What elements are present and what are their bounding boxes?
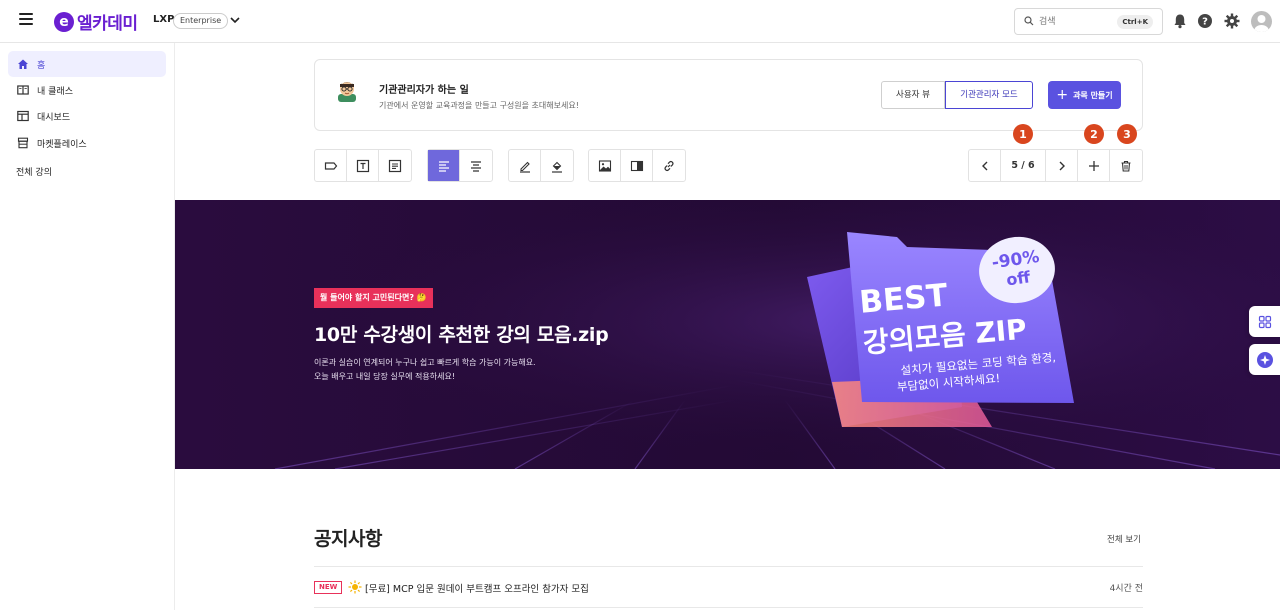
align-left-button[interactable] bbox=[428, 150, 460, 181]
chevron-down-icon[interactable] bbox=[229, 14, 241, 26]
chevron-right-icon bbox=[1059, 161, 1065, 170]
delete-banner-button[interactable] bbox=[1110, 150, 1142, 181]
banner-title: 10만 수강생이 추천한 강의 모음.zip bbox=[314, 324, 609, 346]
sidebar-item-label: 마켓플레이스 bbox=[37, 139, 87, 150]
tag-block-button[interactable] bbox=[315, 150, 347, 181]
dashboard-icon bbox=[17, 110, 29, 122]
search-icon bbox=[1024, 16, 1034, 26]
paragraph-block-button[interactable] bbox=[379, 150, 411, 181]
folder-off-text: off bbox=[1005, 267, 1032, 289]
admin-card-title: 기관관리자가 하는 일 bbox=[379, 85, 469, 96]
toolbar-group-color bbox=[508, 149, 574, 182]
search-input[interactable] bbox=[1039, 13, 1129, 31]
align-center-button[interactable] bbox=[460, 150, 492, 181]
bell-icon[interactable] bbox=[1171, 12, 1189, 30]
annotation-marker: 2 bbox=[1084, 124, 1104, 144]
annotation-marker: 1 bbox=[1013, 124, 1033, 144]
link-icon bbox=[664, 160, 674, 171]
image-icon bbox=[598, 159, 611, 172]
plus-icon bbox=[1088, 160, 1099, 171]
align-center-icon bbox=[471, 160, 481, 172]
zip-folder-illustration: -90% off BEST 강의모음 ZIP 설치가 필요없는 코딩 학습 환경… bbox=[807, 232, 1074, 427]
search-box[interactable]: Ctrl+K bbox=[1014, 8, 1163, 35]
toolbar-group-blocks bbox=[314, 149, 412, 182]
sidebar-item-dashboard[interactable]: 대시보드 bbox=[8, 103, 166, 129]
fill-color-button[interactable] bbox=[541, 150, 573, 181]
sidebar-item-label: 홈 bbox=[37, 60, 46, 71]
add-banner-button[interactable] bbox=[1078, 150, 1110, 181]
pencil-icon bbox=[519, 161, 530, 173]
next-banner-button[interactable] bbox=[1046, 150, 1078, 181]
banner-tag: 뭘 들어야 할지 고민된다면? 🤔 bbox=[314, 288, 433, 308]
image-button[interactable] bbox=[589, 150, 621, 181]
store-icon bbox=[17, 137, 29, 149]
book-icon bbox=[17, 84, 29, 96]
admin-mode-button[interactable]: 기관관리자 모드 bbox=[945, 81, 1033, 109]
page-indicator: 5 / 6 bbox=[1001, 150, 1046, 181]
create-course-label: 과목 만들기 bbox=[1073, 90, 1113, 100]
view-all-link[interactable]: 전체 보기 bbox=[1107, 533, 1141, 545]
text-icon bbox=[356, 159, 369, 172]
sparkle-icon bbox=[348, 580, 362, 594]
avatar[interactable] bbox=[1251, 11, 1272, 32]
banner-pager: 5 / 6 bbox=[968, 149, 1143, 182]
logo-mark: e bbox=[54, 11, 74, 32]
banner-description: 이론과 실습이 연계되어 누구나 쉽고 빠르게 학습 가능이 가능해요. 오늘 … bbox=[314, 356, 614, 384]
banner-desc-line: 오늘 배우고 내일 당장 실무에 적용하세요! bbox=[314, 372, 456, 381]
tag-icon bbox=[324, 161, 337, 170]
notice-list-item[interactable]: NEW [무료] MCP 입문 원데이 부트캠프 오프라인 참가자 모집 4시간… bbox=[314, 567, 1143, 608]
annotation-marker: 3 bbox=[1117, 124, 1137, 144]
sidebar-item-my-class[interactable]: 내 클래스 bbox=[8, 77, 166, 103]
ai-sparkle-icon bbox=[1256, 351, 1273, 368]
admin-card-subtitle: 기관에서 운영할 교육과정을 만들고 구성원을 초대해보세요! bbox=[379, 101, 579, 110]
sidebar-item-label: 대시보드 bbox=[37, 112, 71, 123]
banner-desc-line: 이론과 실습이 연계되어 누구나 쉽고 빠르게 학습 가능이 가능해요. bbox=[314, 358, 536, 367]
top-bar: e 엘카데미 LXP Enterprise Ctrl+K ? bbox=[0, 0, 1280, 43]
paragraph-icon bbox=[388, 159, 402, 172]
sidebar-item-marketplace[interactable]: 마켓플레이스 bbox=[8, 130, 166, 156]
prev-banner-button[interactable] bbox=[969, 150, 1001, 181]
toolbar-group-align bbox=[427, 149, 493, 182]
user-icon bbox=[1254, 15, 1269, 32]
ai-assistant-button[interactable] bbox=[1249, 344, 1280, 375]
notice-timestamp: 4시간 전 bbox=[1109, 584, 1143, 594]
sidebar-all-courses[interactable]: 전체 강의 bbox=[16, 165, 52, 178]
admin-avatar-icon bbox=[338, 82, 356, 102]
grid-icon bbox=[1258, 315, 1271, 328]
trash-icon bbox=[1121, 160, 1131, 172]
sidebar: 홈 내 클래스 대시보드 마켓플레이스 전체 강의 bbox=[0, 43, 175, 610]
svg-text:?: ? bbox=[1202, 17, 1208, 28]
layout-image-icon bbox=[630, 160, 643, 171]
product-label: LXP bbox=[153, 14, 175, 25]
user-view-button[interactable]: 사용자 뷰 bbox=[881, 81, 945, 109]
align-left-icon bbox=[438, 160, 449, 172]
view-mode-toggle: 사용자 뷰 기관관리자 모드 bbox=[881, 81, 1033, 109]
text-block-button[interactable] bbox=[347, 150, 379, 181]
toolbar-group-media bbox=[588, 149, 686, 182]
logo-text: 엘카데미 bbox=[77, 14, 138, 34]
logo[interactable]: e 엘카데미 bbox=[54, 9, 138, 34]
search-shortcut: Ctrl+K bbox=[1117, 15, 1153, 29]
admin-guide-card: 기관관리자가 하는 일 기관에서 운영할 교육과정을 만들고 구성원을 초대해보… bbox=[314, 59, 1143, 131]
sidebar-item-label: 내 클래스 bbox=[37, 86, 73, 97]
folder-best-text: BEST bbox=[858, 277, 949, 321]
home-icon bbox=[17, 58, 29, 70]
link-button[interactable] bbox=[653, 150, 685, 181]
create-course-button[interactable]: + 과목 만들기 bbox=[1048, 81, 1121, 109]
help-icon[interactable]: ? bbox=[1196, 12, 1214, 30]
paint-bucket-icon bbox=[552, 161, 562, 173]
notice-section-title: 공지사항 bbox=[314, 528, 382, 550]
plan-badge: Enterprise bbox=[173, 13, 229, 29]
hero-banner[interactable]: 뭘 들어야 할지 고민된다면? 🤔 10만 수강생이 추천한 강의 모음.zip… bbox=[175, 200, 1280, 469]
plus-icon: + bbox=[1056, 87, 1069, 103]
sidebar-item-home[interactable]: 홈 bbox=[8, 51, 166, 77]
apps-button[interactable] bbox=[1249, 306, 1280, 337]
text-color-button[interactable] bbox=[509, 150, 541, 181]
gear-icon[interactable] bbox=[1223, 12, 1241, 30]
chevron-left-icon bbox=[981, 161, 987, 170]
new-badge: NEW bbox=[314, 581, 343, 594]
notice-title: [무료] MCP 입문 원데이 부트캠프 오프라인 참가자 모집 bbox=[365, 584, 589, 595]
menu-icon[interactable] bbox=[19, 13, 33, 27]
background-image-button[interactable] bbox=[621, 150, 653, 181]
